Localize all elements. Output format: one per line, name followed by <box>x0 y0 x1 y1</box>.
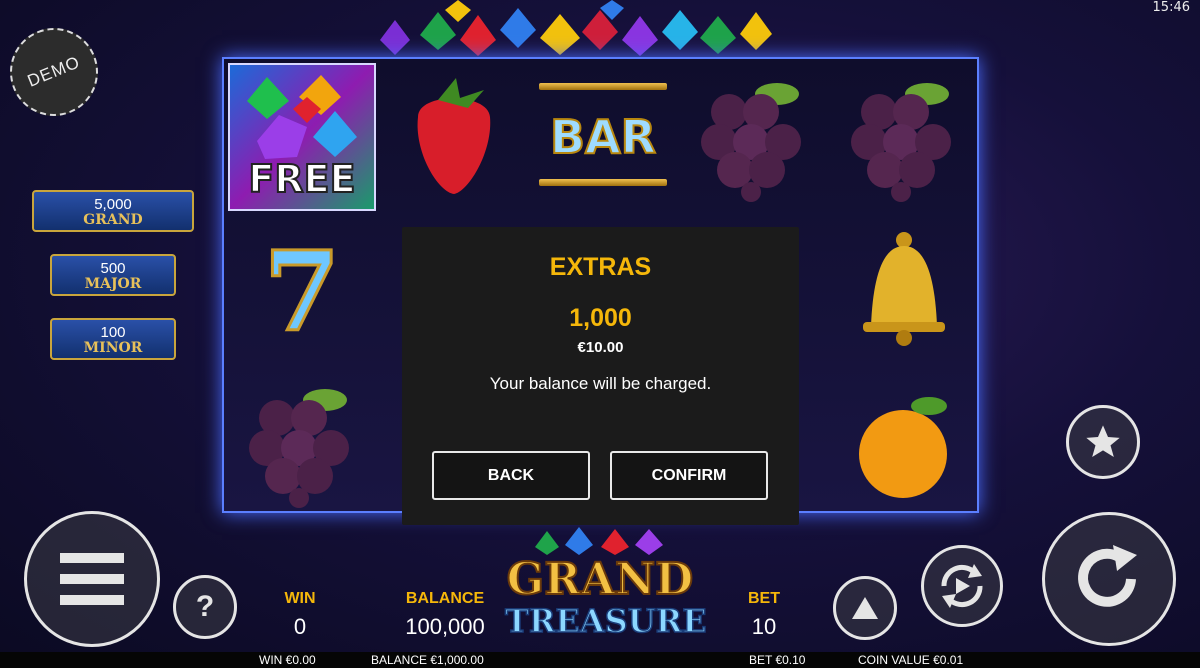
extras-dialog: EXTRAS 1,000 €10.00 Your balance will be… <box>402 227 799 525</box>
status-clock: 15:46 <box>1152 0 1190 15</box>
bet-label: BET <box>748 590 780 607</box>
grapes-symbol <box>228 369 376 517</box>
spin-icon <box>1078 545 1137 607</box>
grapes-icon <box>249 389 349 508</box>
spin-button[interactable] <box>1042 512 1176 646</box>
jackpot-minor: 100 MINOR <box>50 318 176 360</box>
orange-icon <box>859 397 947 498</box>
help-button[interactable]: ? <box>173 575 237 639</box>
strawberry-icon <box>417 78 491 194</box>
grapes-icon <box>851 83 951 202</box>
bar-line-bottom <box>539 179 667 186</box>
star-icon <box>1086 425 1120 457</box>
dialog-message: Your balance will be charged. <box>489 374 712 393</box>
bar-symbol: BAR <box>529 63 677 211</box>
bell-symbol <box>830 217 978 365</box>
gems-icon <box>247 75 357 159</box>
bet-value: 10 <box>751 614 777 639</box>
triangle-up-icon <box>852 597 878 619</box>
game-logo: GRAND TREASURE <box>504 525 707 643</box>
menu-button[interactable] <box>24 511 160 647</box>
jackpot-major: 500 MAJOR <box>50 254 176 296</box>
dialog-money-value: €10.00 <box>577 339 624 356</box>
jackpot-grand-label: GRAND <box>83 212 143 228</box>
bar-label: BAR <box>549 109 657 165</box>
help-icon: ? <box>195 590 215 623</box>
win-label: WIN <box>284 590 316 607</box>
balance-value: 100,000 <box>405 614 485 639</box>
star-button[interactable] <box>1066 405 1140 479</box>
logo-line2: TREASURE <box>504 602 707 640</box>
footer-coin-value: COIN VALUE €0.01 <box>858 653 964 667</box>
orange-symbol <box>830 369 978 517</box>
logo-gems-icon <box>535 527 663 555</box>
jackpot-major-label: MAJOR <box>84 276 142 292</box>
strawberry-symbol <box>379 63 527 211</box>
jackpot-minor-label: MINOR <box>83 340 143 356</box>
footer-win: WIN €0.00 <box>259 653 316 667</box>
balance-display: BALANCE 100,000 <box>390 590 500 640</box>
bar-line-top <box>539 83 667 90</box>
logo-line1: GRAND <box>506 554 695 606</box>
jackpot-major-amount: 500 <box>100 260 126 277</box>
back-button[interactable]: BACK <box>432 451 590 500</box>
free-symbol: FREE <box>228 63 376 211</box>
gem-pile-decoration <box>380 0 772 56</box>
bet-display: BET 10 <box>734 590 794 640</box>
jackpot-minor-amount: 100 <box>100 324 126 341</box>
free-label: FREE <box>247 156 356 202</box>
bell-icon <box>863 232 945 346</box>
jackpot-grand-amount: 5,000 <box>94 196 132 213</box>
win-display: WIN 0 <box>270 590 330 640</box>
footer-balance: BALANCE €1,000.00 <box>371 653 484 667</box>
dialog-title: EXTRAS <box>549 253 652 281</box>
seven-label: 7 <box>262 225 342 357</box>
grapes-symbol <box>830 63 978 211</box>
autoplay-button[interactable] <box>921 545 1003 627</box>
autoplay-icon <box>941 564 983 608</box>
grapes-symbol <box>680 63 828 211</box>
footer-bet: BET €0.10 <box>749 653 806 667</box>
balance-label: BALANCE <box>405 590 485 607</box>
demo-badge: DEMO <box>0 14 112 130</box>
dialog-amount: 1,000 <box>569 304 632 332</box>
grapes-icon <box>701 83 801 202</box>
jackpot-grand: 5,000 GRAND <box>32 190 194 232</box>
seven-symbol: 7 <box>228 217 376 365</box>
confirm-button[interactable]: CONFIRM <box>610 451 768 500</box>
win-value: 0 <box>293 614 307 639</box>
hamburger-icon <box>60 553 124 605</box>
footer-bar: WIN €0.00 BALANCE €1,000.00 BET €0.10 CO… <box>0 652 1200 668</box>
bet-increase-button[interactable] <box>833 576 897 640</box>
